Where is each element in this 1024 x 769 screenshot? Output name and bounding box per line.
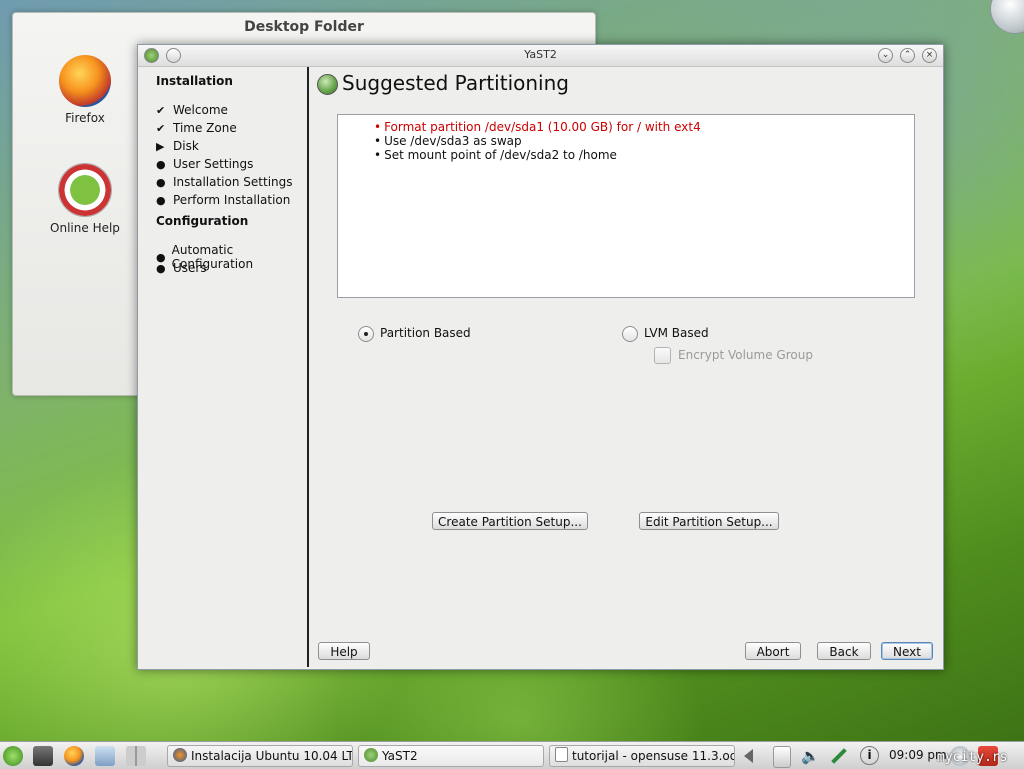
edit-partition-setup-button[interactable]: Edit Partition Setup... <box>639 512 779 530</box>
next-button[interactable]: Next <box>881 642 933 660</box>
minimize-button[interactable]: ⌄ <box>878 48 893 63</box>
sidebar-item-label: Welcome <box>173 103 228 117</box>
sidebar-item-users: ● Users <box>156 261 207 275</box>
desktop-folder-title: Desktop Folder <box>244 19 364 35</box>
email-icon[interactable] <box>95 746 115 766</box>
maximize-button[interactable]: ⌃ <box>900 48 915 63</box>
bullet-icon: ● <box>156 175 166 189</box>
lvm-based-label[interactable]: LVM Based <box>644 326 709 340</box>
task-label: Instalacija Ubuntu 10.04 LTS <box>191 749 353 763</box>
bullet-icon: • <box>374 120 382 134</box>
task-tutorijal-document[interactable]: tutorijal - opensuse 11.3.odt <box>549 745 735 767</box>
summary-text: Format partition /dev/sda1 (10.00 GB) fo… <box>384 120 701 134</box>
back-button[interactable]: Back <box>817 642 871 660</box>
page-title: Suggested Partitioning <box>342 71 569 95</box>
summary-line-format: • Format partition /dev/sda1 (10.00 GB) f… <box>374 120 701 134</box>
firefox-launcher-icon[interactable] <box>64 746 84 766</box>
tray-arrow-icon[interactable] <box>744 746 758 766</box>
summary-text: Set mount point of /dev/sda2 to /home <box>384 148 617 162</box>
summary-line-home: • Set mount point of /dev/sda2 to /home <box>374 148 617 162</box>
desktop-pager-icon[interactable] <box>126 746 146 766</box>
document-icon <box>555 747 568 762</box>
sidebar-item-time-zone: ✔ Time Zone <box>156 121 237 135</box>
sidebar-item-welcome: ✔ Welcome <box>156 103 228 117</box>
disk-partition-icon <box>317 74 338 95</box>
yast-icon <box>364 748 378 762</box>
watermark: mycity.rs <box>937 750 1008 765</box>
taskbar: Instalacija Ubuntu 10.04 LTS YaST2 tutor… <box>0 741 1024 769</box>
bullet-icon: • <box>374 148 382 162</box>
close-button[interactable]: × <box>922 48 937 63</box>
desktop-icon-label: Firefox <box>65 111 105 125</box>
installation-steps-sidebar: Installation ✔ Welcome ✔ Time Zone ▶ Disk ●… <box>138 67 309 667</box>
firefox-icon <box>173 748 187 762</box>
task-label: tutorijal - opensuse 11.3.odt <box>572 749 735 763</box>
bullet-icon: • <box>374 134 382 148</box>
sidebar-item-label: Users <box>173 261 207 275</box>
desktop-toolbox-icon[interactable] <box>990 0 1024 34</box>
partition-based-radio[interactable] <box>358 326 374 342</box>
file-manager-icon[interactable] <box>33 746 53 766</box>
abort-button[interactable]: Abort <box>745 642 801 660</box>
volume-icon[interactable]: 🔈 <box>801 746 821 766</box>
help-button[interactable]: Help <box>318 642 370 660</box>
sidebar-item-disk: ▶ Disk <box>156 139 199 153</box>
clipboard-icon[interactable] <box>773 746 791 768</box>
summary-line-swap: • Use /dev/sda3 as swap <box>374 134 522 148</box>
bullet-icon: ● <box>156 157 166 171</box>
task-instalacija-ubuntu[interactable]: Instalacija Ubuntu 10.04 LTS <box>167 745 353 767</box>
sidebar-item-label: User Settings <box>173 157 254 171</box>
window-titlebar[interactable]: YaST2 ⌄ ⌃ × <box>138 45 943 67</box>
sidebar-item-label: Installation Settings <box>173 175 293 189</box>
desktop-icon-firefox[interactable]: Firefox <box>35 55 135 125</box>
yast-window: YaST2 ⌄ ⌃ × Installation ✔ Welcome ✔ Time … <box>137 44 944 670</box>
sidebar-item-perform-installation: ● Perform Installation <box>156 193 290 207</box>
checkmark-icon: ✔ <box>156 121 166 135</box>
desktop-icon-online-help[interactable]: Online Help <box>35 163 135 235</box>
checkmark-icon: ✔ <box>156 103 166 117</box>
encrypt-volume-group-label: Encrypt Volume Group <box>678 348 813 362</box>
sidebar-section-installation: Installation <box>156 74 233 88</box>
help-lifebuoy-icon <box>58 163 112 217</box>
radio-selected-dot <box>364 332 368 336</box>
create-partition-setup-button[interactable]: Create Partition Setup... <box>432 512 588 530</box>
sidebar-item-installation-settings: ● Installation Settings <box>156 175 293 189</box>
partition-summary-box[interactable]: • Format partition /dev/sda1 (10.00 GB) f… <box>337 114 915 298</box>
encrypt-volume-group-checkbox[interactable] <box>654 347 671 364</box>
bullet-icon: ● <box>156 261 166 275</box>
lvm-based-radio[interactable] <box>622 326 638 342</box>
window-title: YaST2 <box>524 48 557 61</box>
sidebar-item-label: Time Zone <box>173 121 237 135</box>
sidebar-item-user-settings: ● User Settings <box>156 157 253 171</box>
sidebar-section-configuration: Configuration <box>156 214 249 228</box>
info-icon[interactable]: i <box>860 746 879 765</box>
task-label: YaST2 <box>382 749 418 763</box>
bullet-icon: ● <box>156 193 166 207</box>
firefox-icon <box>59 55 111 107</box>
current-step-arrow-icon: ▶ <box>156 139 165 153</box>
start-menu-icon[interactable] <box>3 746 23 766</box>
desktop-icon-label: Online Help <box>50 221 120 235</box>
summary-text: Use /dev/sda3 as swap <box>384 134 522 148</box>
sidebar-item-label: Disk <box>173 139 199 153</box>
partition-based-label[interactable]: Partition Based <box>380 326 471 340</box>
task-yast2[interactable]: YaST2 <box>358 745 544 767</box>
network-icon[interactable] <box>830 746 850 766</box>
sidebar-item-label: Perform Installation <box>173 193 291 207</box>
